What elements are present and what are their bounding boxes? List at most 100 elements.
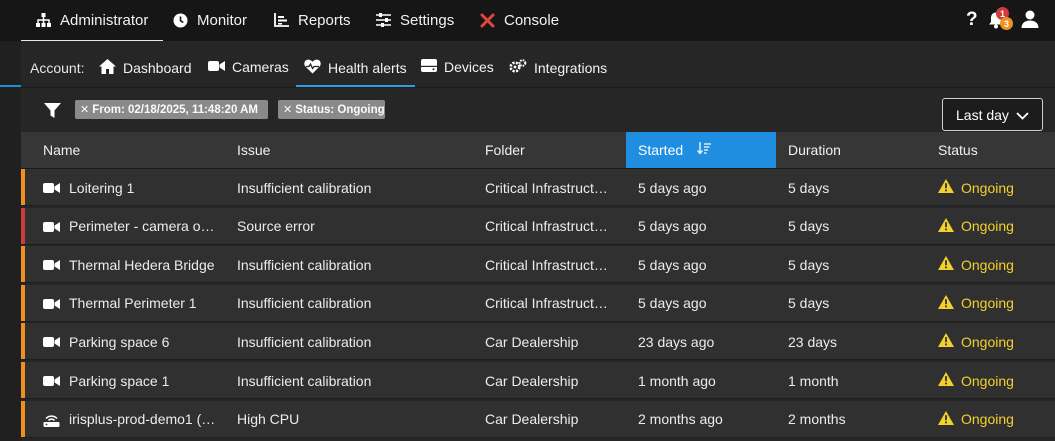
cell-started: 23 days ago bbox=[638, 333, 715, 350]
video-camera-icon bbox=[43, 374, 60, 390]
severity-indicator bbox=[21, 400, 25, 437]
remove-filter-icon[interactable]: ✕ bbox=[80, 103, 89, 116]
cell-status: Ongoing bbox=[938, 285, 1048, 322]
table-row[interactable]: Perimeter - camera o… Source error Critica… bbox=[21, 207, 1055, 245]
account-label: Account: bbox=[30, 60, 85, 76]
notifications-button[interactable]: 1 3 bbox=[987, 0, 1013, 40]
subnav-cameras[interactable]: Cameras bbox=[208, 59, 289, 75]
cell-started: 5 days ago bbox=[638, 295, 707, 312]
heart-pulse-icon bbox=[304, 59, 321, 77]
server-icon bbox=[421, 59, 437, 75]
chevron-down-icon bbox=[1016, 107, 1029, 123]
column-label: Status bbox=[938, 142, 978, 158]
subnav-label: Integrations bbox=[534, 59, 608, 76]
subnav-devices[interactable]: Devices bbox=[421, 59, 494, 75]
nav-label: Console bbox=[504, 11, 560, 29]
cell-issue: Insufficient calibration bbox=[237, 372, 372, 389]
severity-indicator bbox=[21, 284, 25, 321]
nav-label: Reports bbox=[298, 11, 351, 29]
warning-icon bbox=[938, 294, 954, 312]
status-text: Ongoing bbox=[961, 256, 1014, 273]
column-duration[interactable]: Duration bbox=[788, 132, 918, 168]
cell-started: 1 month ago bbox=[638, 372, 716, 389]
column-issue[interactable]: Issue bbox=[237, 132, 467, 168]
time-range-dropdown[interactable]: Last day bbox=[942, 98, 1043, 131]
severity-indicator bbox=[21, 207, 25, 244]
filter-chip-status[interactable]: ✕ Status: Ongoing bbox=[278, 100, 385, 119]
chart-icon bbox=[274, 13, 289, 27]
cell-duration: 5 days bbox=[788, 256, 830, 273]
router-icon bbox=[43, 413, 60, 430]
nav-console[interactable]: Console bbox=[480, 0, 559, 40]
subnav-label: Devices bbox=[444, 59, 494, 75]
column-label: Name bbox=[43, 142, 81, 158]
table-row[interactable]: Thermal Perimeter 1 Insufficient calibrat… bbox=[21, 284, 1055, 322]
warning-icon bbox=[938, 256, 954, 273]
subnav-dashboard[interactable]: Dashboard bbox=[99, 59, 192, 77]
table-row[interactable]: irisplus-prod-demo1 (… High CPU Car Dealer… bbox=[21, 400, 1055, 438]
video-camera-icon bbox=[208, 59, 225, 75]
home-icon bbox=[99, 59, 116, 77]
table-row[interactable]: Parking space 1 Insufficient calibration C… bbox=[21, 362, 1055, 399]
column-name[interactable]: Name bbox=[43, 132, 223, 168]
video-camera-icon bbox=[43, 181, 60, 197]
cell-status: Ongoing bbox=[938, 401, 1048, 438]
table-header: Name Issue Folder Started Duration Statu… bbox=[21, 132, 1055, 169]
remove-filter-icon[interactable]: ✕ bbox=[283, 103, 292, 116]
table-row[interactable]: Parking space 6 Insufficient calibration C… bbox=[21, 323, 1055, 361]
filter-chip-label: From: 02/18/2025, 11:48:20 AM bbox=[92, 103, 258, 116]
cell-name: Thermal Hedera Bridge bbox=[69, 256, 215, 273]
column-folder[interactable]: Folder bbox=[485, 132, 625, 168]
subnav-label: Cameras bbox=[232, 59, 289, 75]
column-status[interactable]: Status bbox=[938, 132, 1048, 168]
status-text: Ongoing bbox=[961, 411, 1014, 428]
video-camera-icon bbox=[43, 258, 60, 274]
cell-folder: Critical Infrastruct… bbox=[485, 218, 608, 235]
help-button[interactable]: ? bbox=[966, 0, 978, 40]
nav-settings[interactable]: Settings bbox=[376, 0, 454, 40]
sort-descending-icon bbox=[697, 142, 712, 158]
cell-started: 2 months ago bbox=[638, 411, 723, 428]
warning-icon bbox=[938, 179, 954, 196]
left-sidebar-indicator bbox=[0, 85, 21, 87]
filter-icon[interactable] bbox=[44, 103, 61, 121]
cell-started: 5 days ago bbox=[638, 256, 707, 273]
cell-duration: 5 days bbox=[788, 179, 830, 196]
table-row[interactable]: Thermal Hedera Bridge Insufficient calibr… bbox=[21, 246, 1055, 284]
nav-administrator[interactable]: Administrator bbox=[20, 0, 164, 42]
column-label: Folder bbox=[485, 142, 525, 158]
status-text: Ongoing bbox=[961, 372, 1014, 389]
clock-icon bbox=[173, 13, 188, 28]
severity-indicator bbox=[21, 246, 25, 283]
nav-label: Administrator bbox=[60, 11, 149, 29]
column-started[interactable]: Started bbox=[626, 132, 776, 168]
filter-chip-from[interactable]: ✕ From: 02/18/2025, 11:48:20 AM bbox=[75, 100, 268, 119]
cell-name: Parking space 6 bbox=[69, 333, 170, 350]
nav-label: Settings bbox=[400, 11, 455, 29]
warning-icon bbox=[938, 372, 954, 389]
table-row[interactable]: Loitering 1 Insufficient calibration Criti… bbox=[21, 169, 1055, 206]
cell-duration: 2 months bbox=[788, 411, 846, 428]
status-text: Ongoing bbox=[961, 295, 1014, 312]
subnav-label: Dashboard bbox=[123, 60, 192, 76]
cell-status: Ongoing bbox=[938, 323, 1048, 360]
nav-monitor[interactable]: Monitor bbox=[173, 0, 247, 40]
sliders-icon bbox=[376, 13, 391, 27]
subnav-health-alerts[interactable]: Health alerts bbox=[296, 59, 415, 87]
nav-reports[interactable]: Reports bbox=[274, 0, 351, 40]
cell-name: Thermal Perimeter 1 bbox=[69, 295, 197, 312]
video-camera-icon bbox=[43, 220, 60, 236]
cell-folder: Car Dealership bbox=[485, 372, 579, 389]
user-menu-button[interactable] bbox=[1021, 0, 1039, 40]
subnav-integrations[interactable]: Integrations bbox=[509, 59, 607, 76]
column-label: Started bbox=[638, 142, 684, 158]
user-icon bbox=[1021, 10, 1039, 31]
video-camera-icon bbox=[43, 335, 60, 351]
cell-duration: 5 days bbox=[788, 295, 830, 312]
health-alerts-panel: Account: Dashboard Cameras Health alerts… bbox=[21, 41, 1055, 441]
cell-duration: 1 month bbox=[788, 372, 839, 389]
bell-icon: 1 3 bbox=[987, 7, 1013, 30]
cell-issue: High CPU bbox=[237, 411, 300, 428]
cell-issue: Insufficient calibration bbox=[237, 256, 372, 273]
sitemap-icon bbox=[36, 13, 51, 27]
